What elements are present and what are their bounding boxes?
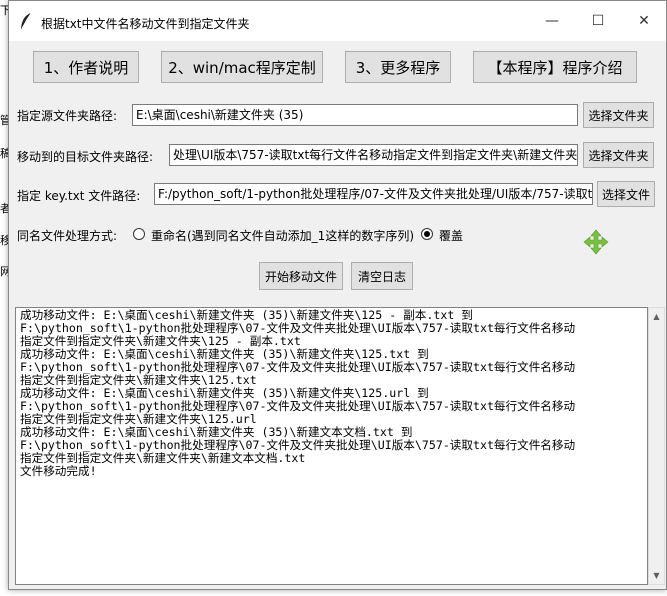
scroll-up-icon[interactable]: ▲: [649, 308, 664, 325]
app-window: 根据txt中文件名移动文件到指定文件夹 — ☐ ✕ 1、作者说明 2、win/m…: [8, 0, 667, 590]
choose-source-folder-button[interactable]: 选择文件夹: [583, 102, 654, 128]
log-line: F:\python_soft\1-python批处理程序\07-文件及文件夹批处…: [20, 361, 576, 374]
source-folder-label: 指定源文件夹路径:: [17, 109, 118, 123]
key-file-input[interactable]: F:/python_soft/1-python批处理程序/07-文件及文件夹批处…: [154, 183, 593, 205]
window-title: 根据txt中文件名移动文件到指定文件夹: [41, 17, 250, 31]
log-line: F:\python_soft\1-python批处理程序\07-文件及文件夹批处…: [20, 439, 576, 452]
choose-key-file-button[interactable]: 选择文件: [597, 181, 655, 207]
log-line: 成功移动文件: E:\桌面\ceshi\新建文件夹 (35)\新建文件夹\125…: [20, 387, 429, 400]
program-intro-button[interactable]: 【本程序】程序介绍: [473, 51, 637, 83]
rename-option-label[interactable]: 重命名(遇到同名文件自动添加_1这样的数字序列): [151, 227, 414, 244]
log-line: 指定文件到指定文件夹\新建文件夹\新建文本文档.txt: [20, 452, 306, 465]
key-file-label: 指定 key.txt 文件路径:: [17, 189, 141, 203]
log-line: F:\python_soft\1-python批处理程序\07-文件及文件夹批处…: [20, 322, 576, 335]
scroll-down-icon[interactable]: ▼: [649, 567, 664, 584]
maximize-button[interactable]: ☐: [575, 1, 621, 41]
log-line: 文件移动完成!: [20, 465, 97, 478]
source-folder-input[interactable]: E:\桌面\ceshi\新建文件夹 (35): [132, 104, 578, 126]
minimize-button[interactable]: —: [529, 1, 575, 41]
log-scrollbar[interactable]: ▲ ▼: [648, 307, 665, 585]
more-programs-button[interactable]: 3、更多程序: [345, 51, 451, 83]
choose-target-folder-button[interactable]: 选择文件夹: [583, 142, 654, 168]
feather-icon: [21, 12, 32, 29]
log-line: 成功移动文件: E:\桌面\ceshi\新建文件夹 (35)\新建文件夹\125…: [20, 309, 473, 322]
log-line: 指定文件到指定文件夹\新建文件夹\125.txt: [20, 374, 257, 387]
move-arrows-icon: [583, 229, 609, 255]
log-line: 成功移动文件: E:\桌面\ceshi\新建文件夹 (35)\新建文本文档.tx…: [20, 426, 413, 439]
target-folder-input[interactable]: 处理\UI版本\757-读取txt每行文件名移动指定文件到指定文件夹\新建文件夹: [169, 144, 578, 166]
rename-radio[interactable]: [133, 228, 145, 240]
log-line: 指定文件到指定文件夹\新建文件夹\125.url: [20, 413, 257, 426]
clear-log-button[interactable]: 清空日志: [351, 262, 413, 290]
log-line: 指定文件到指定文件夹\新建文件夹\125 - 副本.txt: [20, 335, 301, 348]
author-info-button[interactable]: 1、作者说明: [33, 51, 139, 83]
duplicate-handling-label: 同名文件处理方式:: [17, 229, 118, 243]
title-bar[interactable]: 根据txt中文件名移动文件到指定文件夹 — ☐ ✕: [9, 1, 666, 41]
log-line: F:\python_soft\1-python批处理程序\07-文件及文件夹批处…: [20, 400, 576, 413]
custom-program-button[interactable]: 2、win/mac程序定制: [161, 51, 323, 83]
log-line: 成功移动文件: E:\桌面\ceshi\新建文件夹 (35)\新建文件夹\125…: [20, 348, 429, 361]
overwrite-radio[interactable]: [421, 228, 433, 240]
close-button[interactable]: ✕: [621, 1, 667, 41]
target-folder-label: 移动到的目标文件夹路径:: [17, 150, 154, 164]
overwrite-option-label[interactable]: 覆盖: [439, 227, 463, 244]
log-textarea[interactable]: 成功移动文件: E:\桌面\ceshi\新建文件夹 (35)\新建文件夹\125…: [15, 307, 648, 585]
start-move-button[interactable]: 开始移动文件: [259, 262, 343, 290]
